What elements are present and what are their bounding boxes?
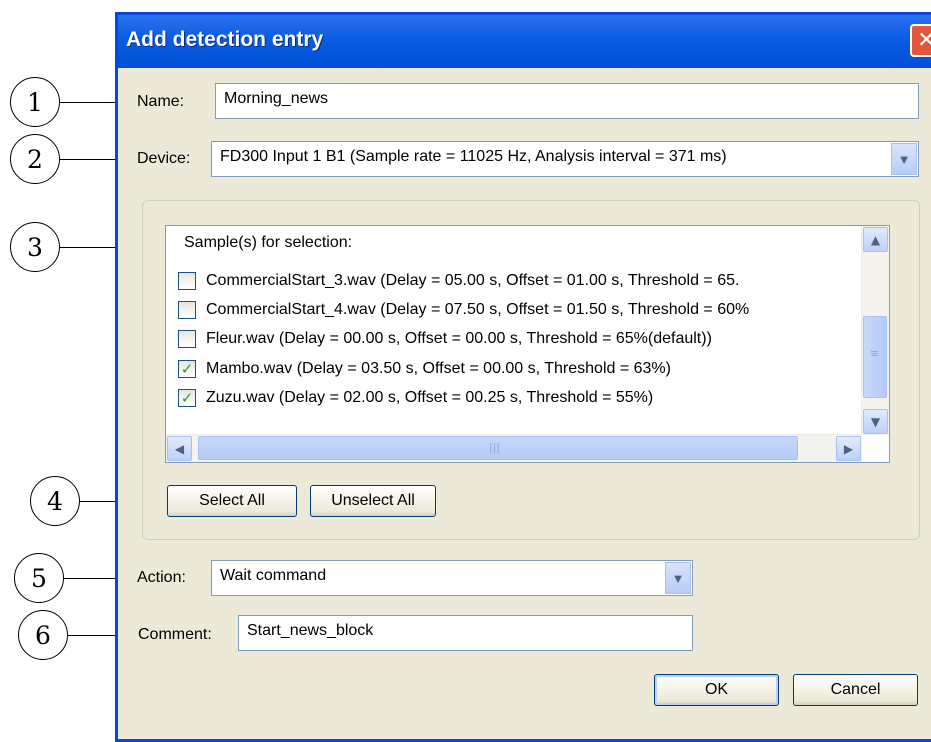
callout-5: 5 (14, 553, 64, 603)
callout-number: 1 (27, 87, 43, 117)
checkbox[interactable]: ✓ (178, 389, 196, 407)
select-all-button[interactable]: Select All (167, 485, 297, 517)
ok-button[interactable]: OK (654, 674, 779, 706)
close-icon: ✕ (917, 28, 931, 53)
chevron-left-icon: ◀ (174, 441, 185, 456)
list-item[interactable]: Fleur.wav (Delay = 00.00 s, Offset = 00.… (178, 327, 712, 351)
callout-number: 2 (27, 144, 43, 174)
action-label: Action: (137, 569, 186, 586)
checkbox[interactable] (178, 301, 196, 319)
device-value: FD300 Input 1 B1 (Sample rate = 11025 Hz… (220, 148, 727, 165)
horizontal-scroll-thumb[interactable]: ||| (198, 436, 798, 460)
cancel-button[interactable]: Cancel (793, 674, 918, 706)
chevron-up-icon: ▲ (870, 232, 881, 247)
horizontal-scrollbar[interactable]: ◀ ||| ▶ (166, 434, 862, 462)
close-button[interactable]: ✕ (910, 24, 931, 57)
callout-4: 4 (30, 476, 80, 526)
grip-icon: ||| (489, 441, 501, 454)
scroll-left-button[interactable]: ◀ (167, 436, 192, 461)
vertical-scrollbar[interactable]: ▲ ≡ ▼ (861, 226, 889, 435)
action-value: Wait command (220, 567, 327, 584)
chevron-right-icon: ▶ (843, 441, 854, 456)
callout-number: 4 (47, 486, 63, 516)
list-item[interactable]: CommercialStart_3.wav (Delay = 05.00 s, … (178, 269, 739, 293)
device-dropdown[interactable]: FD300 Input 1 B1 (Sample rate = 11025 Hz… (211, 141, 919, 177)
device-label: Device: (137, 150, 191, 167)
callout-1: 1 (10, 77, 60, 127)
action-dropdown[interactable]: Wait command ▼ (211, 560, 693, 596)
scroll-up-button[interactable]: ▲ (863, 227, 888, 252)
chevron-down-icon[interactable]: ▼ (665, 562, 691, 594)
chevron-down-icon: ▼ (870, 414, 881, 429)
list-item-label: Mambo.wav (Delay = 03.50 s, Offset = 00.… (206, 360, 671, 377)
checkbox[interactable] (178, 330, 196, 348)
samples-list[interactable]: Sample(s) for selection: CommercialStart… (165, 225, 890, 463)
chevron-down-icon[interactable]: ▼ (891, 143, 917, 175)
list-item-label: CommercialStart_4.wav (Delay = 07.50 s, … (206, 301, 750, 318)
list-item-label: Fleur.wav (Delay = 00.00 s, Offset = 00.… (206, 330, 712, 347)
callout-2: 2 (10, 134, 60, 184)
comment-field[interactable]: Start_news_block (238, 615, 693, 651)
title-bar[interactable]: Add detection entry ✕ (118, 15, 931, 68)
checkbox[interactable]: ✓ (178, 360, 196, 378)
callout-number: 5 (31, 563, 47, 593)
list-item[interactable]: ✓ Mambo.wav (Delay = 03.50 s, Offset = 0… (178, 357, 671, 381)
list-item[interactable]: ✓ Zuzu.wav (Delay = 02.00 s, Offset = 00… (178, 386, 653, 410)
grip-icon: ≡ (870, 347, 880, 360)
vertical-scroll-thumb[interactable]: ≡ (863, 316, 887, 398)
scroll-right-button[interactable]: ▶ (836, 436, 861, 461)
name-field[interactable]: Morning_news (215, 83, 919, 119)
name-label: Name: (137, 93, 185, 110)
check-icon: ✓ (180, 390, 194, 407)
checkbox[interactable] (178, 272, 196, 290)
list-item-label: Zuzu.wav (Delay = 02.00 s, Offset = 00.2… (206, 389, 654, 406)
unselect-all-button[interactable]: Unselect All (310, 485, 436, 517)
scroll-down-button[interactable]: ▼ (863, 409, 888, 434)
list-item-label: CommercialStart_3.wav (Delay = 05.00 s, … (206, 272, 740, 289)
samples-header: Sample(s) for selection: (184, 234, 353, 251)
callout-3: 3 (10, 222, 60, 272)
callout-number: 3 (27, 232, 43, 262)
callout-6: 6 (18, 610, 68, 660)
list-item[interactable]: CommercialStart_4.wav (Delay = 07.50 s, … (178, 298, 749, 322)
check-icon: ✓ (180, 361, 194, 378)
callout-number: 6 (35, 620, 51, 650)
comment-label: Comment: (138, 626, 212, 643)
dialog-title: Add detection entry (126, 28, 324, 51)
